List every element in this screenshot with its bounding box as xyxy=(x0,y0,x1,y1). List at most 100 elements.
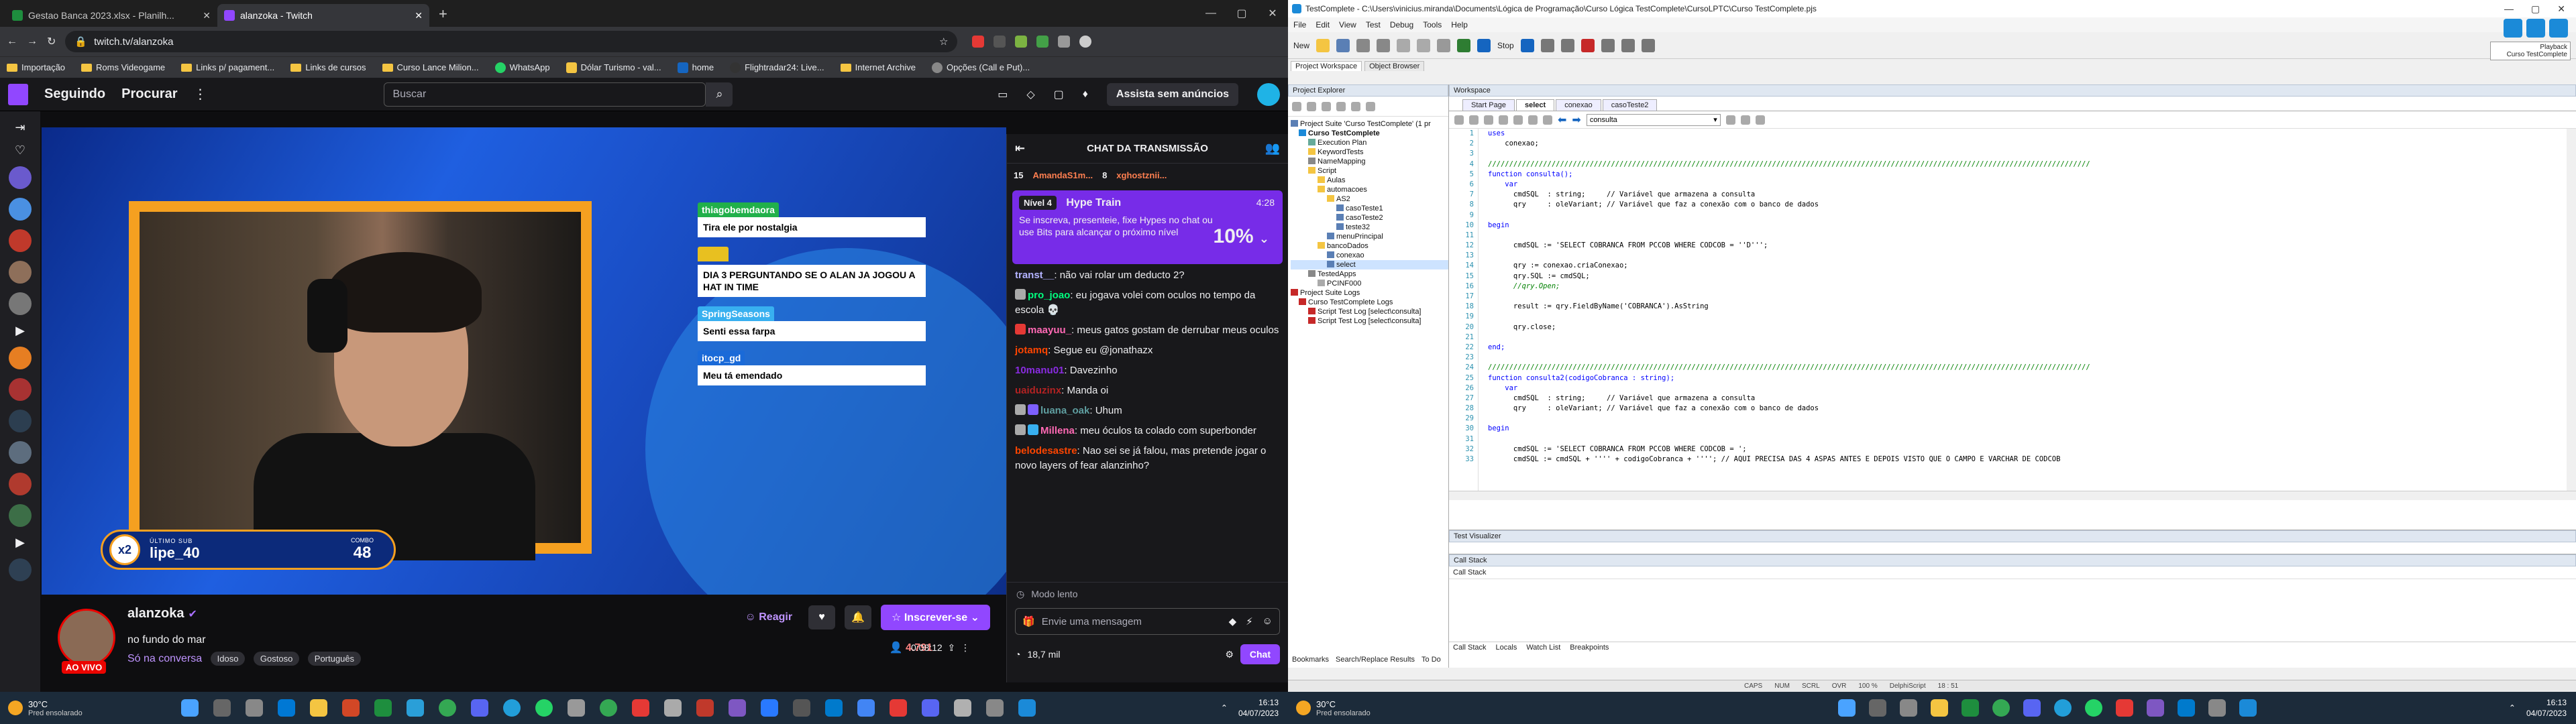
stream-tag[interactable]: Idoso xyxy=(210,652,246,666)
toolbar-icon[interactable] xyxy=(1336,101,1346,111)
chat-username[interactable]: jotamq xyxy=(1015,345,1048,356)
app-icon[interactable] xyxy=(986,699,1004,717)
windows-start-icon[interactable] xyxy=(1838,699,1856,717)
channel-avatar[interactable] xyxy=(9,378,32,401)
app-icon[interactable] xyxy=(954,699,971,717)
discord-icon[interactable] xyxy=(2023,699,2041,717)
extension-icon[interactable] xyxy=(972,36,985,48)
toolbar-icon[interactable] xyxy=(1307,101,1316,111)
recorder-icon[interactable] xyxy=(2526,19,2545,38)
tree-item[interactable]: Project Suite Logs xyxy=(1291,288,1448,298)
nav-browse[interactable]: Procurar xyxy=(121,86,177,102)
chevron-up-icon[interactable]: ⌃ xyxy=(1221,703,1228,713)
tree-item[interactable]: Project Suite 'Curso TestComplete' (1 pr xyxy=(1291,119,1448,129)
bookmark-item[interactable]: Internet Archive xyxy=(840,62,916,72)
toolbar-icon[interactable] xyxy=(1437,38,1451,52)
testcomplete-icon[interactable] xyxy=(2239,699,2257,717)
toolbar-icon[interactable] xyxy=(1484,115,1493,125)
close-window-button[interactable]: ✕ xyxy=(1257,7,1288,20)
extension-icon[interactable] xyxy=(994,36,1006,48)
whatsapp-icon[interactable] xyxy=(2085,699,2102,717)
app-icon[interactable] xyxy=(793,699,810,717)
stop-icon[interactable] xyxy=(1477,38,1491,52)
channel-avatar[interactable] xyxy=(9,347,32,369)
tab-casoteste2[interactable]: casoTeste2 xyxy=(1602,99,1658,111)
channel-name[interactable]: alanzoka ✔ xyxy=(127,606,197,621)
tree-item[interactable]: Aulas xyxy=(1291,176,1448,185)
chat-username[interactable]: transt__ xyxy=(1015,269,1054,281)
app-icon[interactable] xyxy=(2147,699,2164,717)
users-icon[interactable]: 👥 xyxy=(1265,141,1280,156)
recorder-icon[interactable] xyxy=(2549,19,2568,38)
tree-item[interactable]: TestedApps xyxy=(1291,269,1448,279)
toolbar-icon[interactable] xyxy=(1469,115,1479,125)
video-player[interactable]: thiagobemdaora Tira ele por nostalgia DI… xyxy=(42,127,1006,595)
toolbar-icon[interactable] xyxy=(1356,38,1371,52)
chat-username[interactable]: luana_oak xyxy=(1040,405,1089,416)
gear-icon[interactable]: ⚙ xyxy=(1225,649,1234,660)
discord-icon[interactable] xyxy=(471,699,488,717)
menu-view[interactable]: View xyxy=(1339,20,1356,29)
toolbar-icon[interactable] xyxy=(1292,101,1301,111)
minimize-button[interactable]: — xyxy=(1195,7,1226,19)
app-icon[interactable] xyxy=(2116,699,2133,717)
nav-following[interactable]: Seguindo xyxy=(44,86,105,102)
app-icon[interactable] xyxy=(857,699,875,717)
vertical-scrollbar[interactable] xyxy=(2567,129,2576,491)
menu-tools[interactable]: Tools xyxy=(1423,20,1442,29)
toolbar-icon[interactable] xyxy=(1377,38,1391,52)
tree-item[interactable]: casoTeste1 xyxy=(1291,204,1448,213)
reload-icon[interactable]: ↻ xyxy=(47,35,56,48)
toolbar-icon[interactable] xyxy=(1351,101,1360,111)
clock[interactable]: 16:13 04/07/2023 xyxy=(2526,697,2567,719)
bookmark-item[interactable]: Roms Videogame xyxy=(81,62,165,72)
code-editor[interactable]: 1 2 3 4 5 6 7 8 9 10 11 12 13 14 15 16 17 18 19 20 21 22 23 24 2… xyxy=(1449,129,2576,491)
toolbar-icon[interactable] xyxy=(1560,38,1574,52)
toolbar-icon[interactable] xyxy=(1528,115,1538,125)
channel-avatar[interactable] xyxy=(9,473,32,495)
channel-avatar[interactable] xyxy=(9,410,32,432)
tab-start-page[interactable]: Start Page xyxy=(1462,99,1515,111)
search-icon[interactable] xyxy=(1869,699,1886,717)
bookmark-item[interactable]: Importação xyxy=(7,62,65,72)
tab-breakpoints[interactable]: Breakpoints xyxy=(1570,644,1609,652)
profile-icon[interactable] xyxy=(1079,36,1092,48)
tree-item[interactable]: Execution Plan xyxy=(1291,138,1448,147)
menu-file[interactable]: File xyxy=(1293,20,1306,29)
tab-bookmarks[interactable]: Bookmarks xyxy=(1292,656,1329,668)
toolbar-icon[interactable] xyxy=(1454,115,1464,125)
app-icon[interactable] xyxy=(407,699,424,717)
chat-username[interactable]: 10manu01 xyxy=(1015,365,1064,376)
tree-item[interactable]: NameMapping xyxy=(1291,157,1448,166)
tab-conexao[interactable]: conexao xyxy=(1556,99,1601,111)
inbox-icon[interactable]: ▭ xyxy=(998,88,1008,101)
channel-avatar[interactable] xyxy=(9,441,32,464)
chevron-down-icon[interactable]: ⌄ xyxy=(1259,232,1269,245)
tab-call-stack[interactable]: Call Stack xyxy=(1453,644,1487,652)
new-button[interactable]: New xyxy=(1293,41,1309,50)
forward-icon[interactable]: → xyxy=(27,36,38,48)
task-view-icon[interactable] xyxy=(1900,699,1917,717)
tree-item[interactable]: PCINF000 xyxy=(1291,279,1448,288)
channel-avatar[interactable] xyxy=(9,261,32,284)
toolbar-icon[interactable] xyxy=(1499,115,1508,125)
toolbar-icon[interactable] xyxy=(1417,38,1431,52)
windows-start-icon[interactable] xyxy=(181,699,199,717)
channel-avatar[interactable] xyxy=(9,558,32,581)
react-button[interactable]: ☺ Reagir xyxy=(738,606,799,629)
bookmark-item[interactable]: Opções (Call e Put)... xyxy=(931,62,1030,73)
bookmark-item[interactable]: Curso Lance Milion... xyxy=(382,62,479,72)
tree-item[interactable]: automacoes xyxy=(1291,185,1448,194)
tab-locals[interactable]: Locals xyxy=(1496,644,1517,652)
bookmark-item[interactable]: Links de cursos xyxy=(290,62,366,72)
task-view-icon[interactable] xyxy=(246,699,263,717)
testcomplete-icon[interactable] xyxy=(1018,699,1036,717)
tree-item[interactable]: Curso TestComplete xyxy=(1291,129,1448,138)
bookmark-item[interactable]: WhatsApp xyxy=(494,62,550,73)
close-icon[interactable]: ✕ xyxy=(203,10,211,21)
stop-label[interactable]: Stop xyxy=(1497,41,1514,50)
chrome-icon[interactable] xyxy=(1992,699,2010,717)
tree-item-selected[interactable]: select xyxy=(1291,260,1448,269)
explorer-icon[interactable] xyxy=(310,699,327,717)
chat-send-button[interactable]: Chat xyxy=(1240,644,1280,664)
